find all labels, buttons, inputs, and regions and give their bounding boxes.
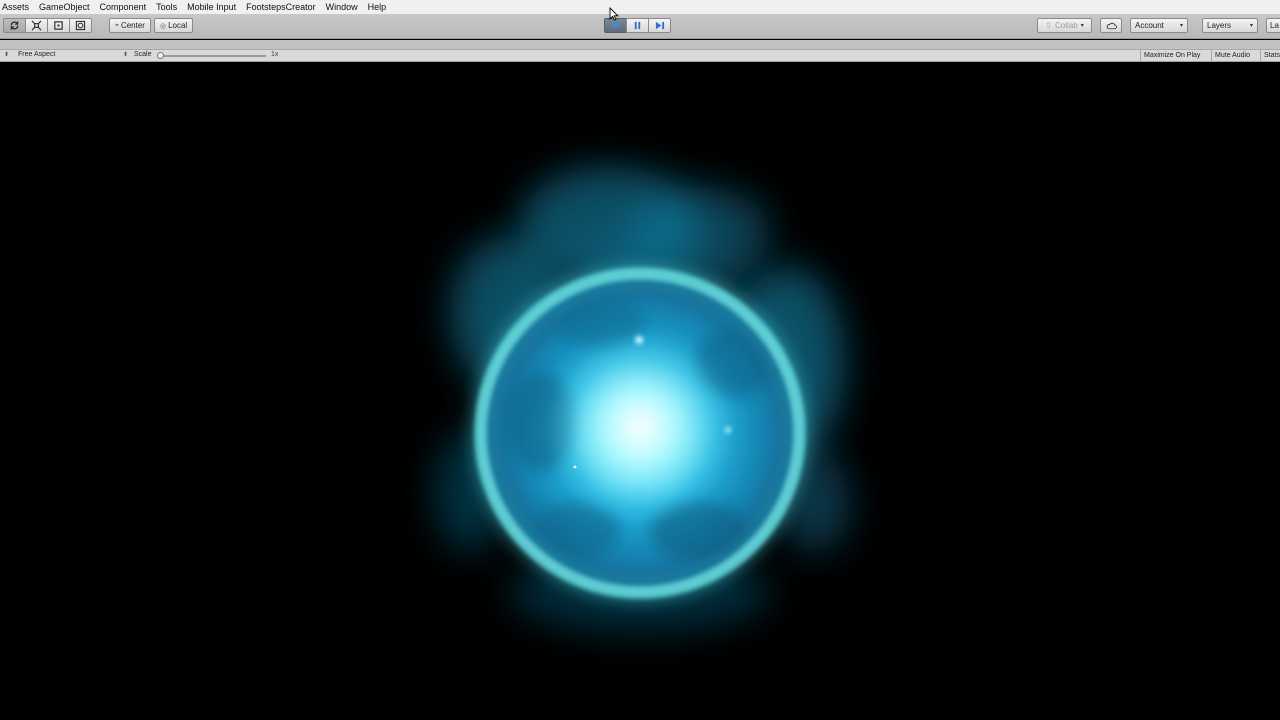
rotate-icon [10, 21, 19, 30]
menu-gameobject[interactable]: GameObject [34, 0, 95, 14]
chevron-updown-icon: ⬍ [123, 52, 129, 58]
game-viewport[interactable] [0, 62, 1280, 720]
collab-icon: ⇧ [1045, 21, 1052, 30]
collab-button[interactable]: ⇧ Collab ▾ [1037, 18, 1092, 33]
menu-mobile-input[interactable]: Mobile Input [182, 0, 241, 14]
sparkle-particle [725, 427, 731, 433]
scale-label: Scale [134, 51, 152, 58]
aspect-dropdown[interactable]: Free Aspect [18, 51, 55, 58]
stats-toggle[interactable]: Stats [1260, 50, 1280, 61]
pivot-center-icon: ⌖ [115, 21, 119, 29]
main-toolbar: ⌖ Center ◎ Local ⇧ Collab ▾ Account ▾ La… [0, 14, 1280, 39]
scale-slider-track[interactable] [160, 55, 266, 57]
menu-help[interactable]: Help [363, 0, 392, 14]
layers-label: Layers [1207, 21, 1232, 30]
chevron-down-icon: ▾ [1179, 23, 1183, 29]
game-view-toolbar: ⬍ Free Aspect ⬍ Scale 1x Maximize On Pla… [0, 49, 1280, 62]
rect-icon [54, 21, 63, 30]
account-dropdown[interactable]: Account ▾ [1130, 18, 1188, 33]
collab-label: Collab [1055, 21, 1078, 30]
account-label: Account [1135, 21, 1164, 30]
pivot-local-label: Local [168, 21, 188, 30]
play-icon [612, 21, 620, 30]
mouse-cursor-icon [609, 7, 619, 21]
maximize-on-play-toggle[interactable]: Maximize On Play [1140, 50, 1203, 61]
layout-dropdown[interactable]: La [1266, 18, 1280, 33]
orb-core [545, 332, 735, 522]
chevron-down-icon: ▾ [1080, 23, 1084, 29]
globe-icon: ◎ [159, 22, 167, 30]
step-button[interactable] [648, 18, 671, 33]
layout-label: La [1270, 21, 1279, 30]
menu-assets[interactable]: Assets [0, 0, 34, 14]
scale-slider-handle[interactable] [157, 52, 164, 59]
scale-tool-button[interactable] [25, 18, 48, 33]
mute-audio-toggle[interactable]: Mute Audio [1211, 50, 1253, 61]
transform-tools [3, 18, 92, 33]
menu-footsteps-creator[interactable]: FootstepsCreator [241, 0, 321, 14]
cloud-services-button[interactable] [1100, 18, 1122, 33]
scale-icon [31, 20, 42, 31]
chevron-down-icon: ▾ [1249, 23, 1253, 29]
pivot-local-button[interactable]: ◎ Local [153, 18, 194, 33]
menu-component[interactable]: Component [95, 0, 152, 14]
transform-tool-button[interactable] [69, 18, 92, 33]
menu-tools[interactable]: Tools [151, 0, 182, 14]
layers-dropdown[interactable]: Layers ▾ [1202, 18, 1258, 33]
pivot-center-button[interactable]: ⌖ Center [109, 18, 151, 33]
pause-button[interactable] [626, 18, 649, 33]
cloud-icon [1106, 22, 1117, 29]
menu-window[interactable]: Window [321, 0, 363, 14]
transform-icon [75, 20, 86, 31]
step-icon [655, 21, 664, 30]
pivot-controls: ⌖ Center ◎ Local [109, 18, 196, 33]
panel-separator [0, 40, 1280, 49]
display-select-icon[interactable]: ⬍ [4, 51, 9, 58]
sparkle-particle [573, 465, 577, 469]
menu-bar: Assets GameObject Component Tools Mobile… [0, 0, 1280, 14]
pause-icon [634, 21, 641, 30]
rect-tool-button[interactable] [47, 18, 70, 33]
scale-value: 1x [271, 51, 279, 58]
pivot-center-label: Center [120, 21, 145, 30]
sparkle-particle [635, 336, 643, 344]
rotate-tool-button[interactable] [3, 18, 26, 33]
energy-orb-effect [435, 167, 850, 632]
